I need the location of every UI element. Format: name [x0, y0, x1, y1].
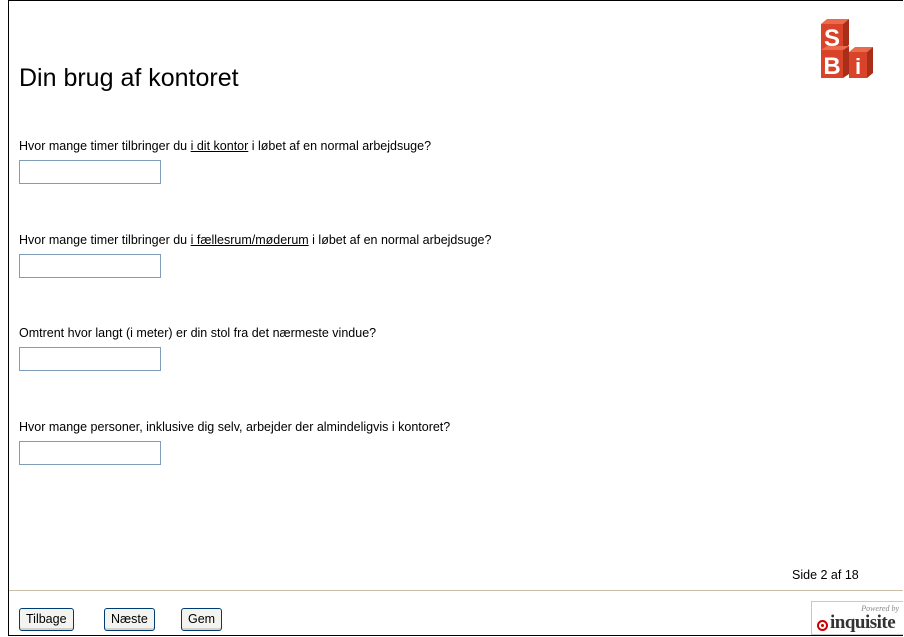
- question-1-emphasis: i dit kontor: [190, 139, 249, 153]
- question-3-prefix: Omtrent hvor langt (i meter) er din stol…: [19, 326, 377, 340]
- question-2-input[interactable]: [19, 254, 161, 278]
- question-3-label: Omtrent hvor langt (i meter) er din stol…: [19, 326, 376, 340]
- question-4-label: Hvor mange personer, inklusive dig selv,…: [19, 420, 450, 434]
- question-3-input[interactable]: [19, 347, 161, 371]
- eye-icon: [817, 620, 828, 631]
- powered-brand-name: inquisite: [830, 612, 896, 633]
- question-4-prefix: Hvor mange personer, inklusive dig selv,…: [19, 420, 451, 434]
- question-1-suffix: i løbet af en normal arbejdsuge?: [248, 139, 432, 153]
- question-2-emphasis: i fællesrum/møderum: [190, 233, 309, 247]
- question-2-suffix: i løbet af en normal arbejdsuge?: [308, 233, 492, 247]
- save-button[interactable]: Gem: [181, 608, 223, 631]
- page-indicator: Side 2 af 18: [792, 568, 859, 582]
- question-1-input[interactable]: [19, 160, 161, 184]
- page-title: Din brug af kontoret: [19, 64, 239, 92]
- logo-letter-b: B: [823, 53, 840, 80]
- question-1-label: Hvor mange timer tilbringer du i dit kon…: [19, 139, 431, 153]
- logo-letter-i: i: [855, 54, 861, 79]
- sbi-logo: S B i: [821, 19, 873, 80]
- next-button[interactable]: Næste: [104, 608, 155, 631]
- footer-divider: [9, 590, 903, 591]
- back-button[interactable]: Tilbage: [19, 608, 74, 631]
- question-4-input[interactable]: [19, 441, 161, 465]
- logo-letter-s: S: [824, 25, 840, 52]
- question-2-label: Hvor mange timer tilbringer du i fællesr…: [19, 233, 491, 247]
- powered-by-badge[interactable]: Powered by inquisite: [811, 601, 903, 635]
- question-2-prefix: Hvor mange timer tilbringer du: [19, 233, 191, 247]
- survey-frame: [8, 0, 903, 636]
- question-1-prefix: Hvor mange timer tilbringer du: [19, 139, 191, 153]
